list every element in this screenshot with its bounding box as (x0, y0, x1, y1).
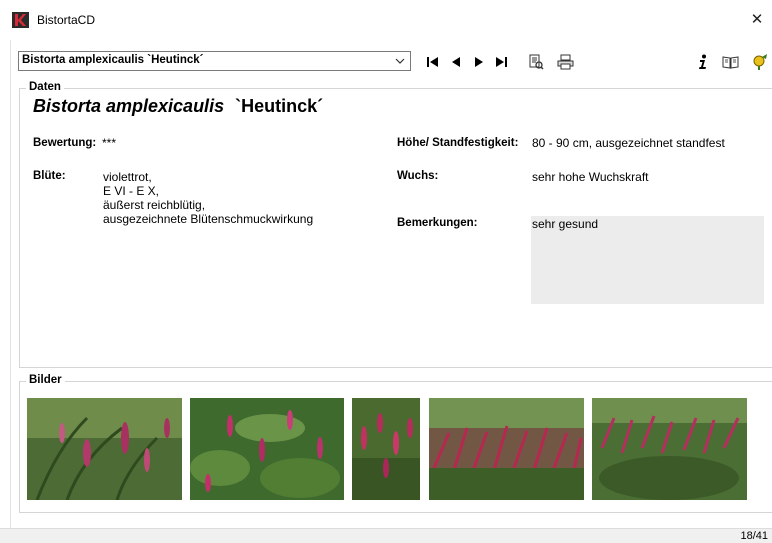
previous-record-button[interactable] (446, 52, 466, 72)
plant-genus-species: Bistorta amplexicaulis (33, 96, 225, 116)
skip-last-icon (496, 57, 507, 67)
print-preview-button[interactable] (526, 52, 546, 72)
about-button[interactable] (750, 52, 770, 72)
chevron-down-icon[interactable] (392, 52, 408, 70)
status-bar: 18/41 (0, 528, 772, 543)
window-title: BistortaCD (37, 13, 96, 27)
title-bar: BistortaCD ✕ (0, 0, 772, 40)
wuchs-value: sehr hohe Wuchskraft (532, 170, 649, 184)
bemerkungen-value: sehr gesund (532, 217, 599, 231)
plant-photo-5[interactable] (592, 398, 747, 500)
bemerkungen-label: Bemerkungen: (397, 217, 478, 229)
help-book-button[interactable] (720, 52, 740, 72)
app-icon (12, 12, 29, 28)
record-counter: 18/41 (740, 530, 768, 542)
bluete-line: ausgezeichnete Blütenschmuckwirkung (103, 212, 314, 226)
bluete-value: violettrot, E VI - E X, äußerst reichblü… (103, 170, 313, 226)
bilder-legend: Bilder (26, 374, 65, 386)
bluete-label: Blüte: (33, 170, 66, 182)
info-icon (699, 54, 706, 69)
plant-icon (753, 54, 767, 70)
bluete-line: äußerst reichblütig, (103, 198, 206, 212)
plant-select-value: Bistorta amplexicaulis `Heutinck´ (22, 54, 204, 66)
bewertung-value: *** (102, 136, 117, 150)
next-record-button[interactable] (469, 52, 489, 72)
hoehe-value: 80 - 90 cm, ausgezeichnet standfest (532, 136, 725, 150)
plant-title: Bistorta amplexicaulis `Heutinck´ (33, 96, 323, 117)
info-button[interactable] (693, 52, 713, 72)
arrow-right-icon (475, 57, 483, 67)
bluete-line: violettrot, (103, 170, 152, 184)
printer-icon (557, 54, 573, 70)
print-preview-icon (529, 54, 544, 70)
plant-photo-1[interactable] (27, 398, 182, 500)
bemerkungen-box[interactable]: sehr gesund (531, 216, 764, 304)
plant-photo-3[interactable] (352, 398, 420, 500)
first-record-button[interactable] (423, 52, 443, 72)
toolbar: Bistorta amplexicaulis `Heutinck´ (0, 40, 772, 80)
print-button[interactable] (555, 52, 575, 72)
close-button[interactable]: ✕ (742, 8, 772, 32)
plant-select[interactable]: Bistorta amplexicaulis `Heutinck´ (18, 51, 411, 71)
wuchs-label: Wuchs: (397, 170, 439, 182)
plant-photo-2[interactable] (190, 398, 344, 500)
left-border (10, 40, 11, 528)
plant-photo-4[interactable] (429, 398, 584, 500)
bluete-line: E VI - E X, (103, 184, 160, 198)
last-record-button[interactable] (491, 52, 511, 72)
skip-first-icon (427, 57, 438, 67)
arrow-left-icon (452, 57, 460, 67)
bewertung-label: Bewertung: (33, 137, 97, 149)
plant-cultivar: `Heutinck´ (235, 96, 324, 116)
daten-legend: Daten (26, 81, 64, 93)
hoehe-label: Höhe/ Standfestigkeit: (397, 137, 519, 149)
book-icon (722, 56, 738, 69)
